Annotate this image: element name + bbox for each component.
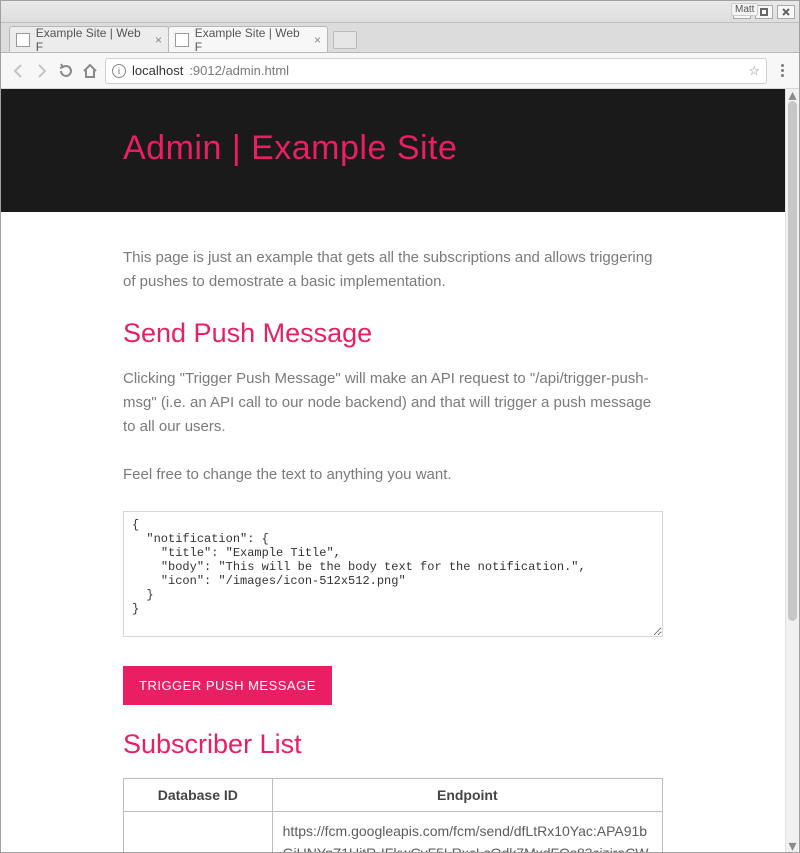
- subscriber-table: Database ID Endpoint Iege3Q7Dxz3aVShL ht…: [123, 778, 663, 852]
- send-desc-2: Feel free to change the text to anything…: [123, 463, 663, 487]
- reload-button[interactable]: [57, 62, 75, 80]
- page-content: Admin | Example Site This page is just a…: [1, 89, 785, 852]
- browser-toolbar: i localhost :9012/admin.html ☆: [1, 53, 799, 89]
- user-badge: Matt: [731, 3, 758, 16]
- favicon-icon: [175, 33, 189, 47]
- window-close-button[interactable]: [777, 5, 795, 19]
- tab-title: Example Site | Web F: [195, 26, 308, 54]
- subscriber-list-heading: Subscriber List: [123, 729, 663, 760]
- cell-endpoint: https://fcm.googleapis.com/fcm/send/dfLt…: [272, 812, 662, 853]
- send-push-heading: Send Push Message: [123, 318, 663, 349]
- kebab-menu-icon: [781, 64, 784, 77]
- back-button[interactable]: [9, 62, 27, 80]
- scroll-up-icon[interactable]: ▴: [786, 89, 799, 101]
- table-row: Iege3Q7Dxz3aVShL https://fcm.googleapis.…: [124, 812, 663, 853]
- reload-icon: [58, 63, 74, 79]
- table-header-row: Database ID Endpoint: [124, 779, 663, 812]
- intro-text: This page is just an example that gets a…: [123, 246, 663, 294]
- scroll-down-icon[interactable]: ▾: [786, 840, 799, 852]
- site-info-icon[interactable]: i: [112, 64, 126, 78]
- page-viewport: Admin | Example Site This page is just a…: [1, 89, 799, 852]
- col-endpoint: Endpoint: [272, 779, 662, 812]
- col-database-id: Database ID: [124, 779, 273, 812]
- cell-database-id: Iege3Q7Dxz3aVShL: [124, 812, 273, 853]
- favicon-icon: [16, 33, 30, 47]
- home-icon: [82, 63, 98, 79]
- forward-button[interactable]: [33, 62, 51, 80]
- page-header: Admin | Example Site: [1, 89, 785, 212]
- address-path: :9012/admin.html: [189, 63, 289, 78]
- browser-tab-1[interactable]: Example Site | Web F ×: [168, 26, 328, 52]
- trigger-push-button[interactable]: TRIGGER PUSH MESSAGE: [123, 666, 332, 705]
- tab-close-icon[interactable]: ×: [155, 34, 162, 46]
- arrow-left-icon: [10, 63, 26, 79]
- vertical-scrollbar[interactable]: ▴ ▾: [785, 89, 799, 852]
- os-titlebar: Matt: [1, 1, 799, 23]
- payload-textarea[interactable]: [123, 511, 663, 637]
- bookmark-star-icon[interactable]: ☆: [748, 63, 760, 79]
- browser-window: Matt Example Site | Web F × Example Site…: [0, 0, 800, 853]
- address-bar[interactable]: i localhost :9012/admin.html ☆: [105, 58, 767, 84]
- browser-tab-0[interactable]: Example Site | Web F ×: [9, 26, 169, 52]
- tab-title: Example Site | Web F: [36, 26, 149, 54]
- scrollbar-thumb[interactable]: [788, 101, 797, 621]
- arrow-right-icon: [34, 63, 50, 79]
- tab-close-icon[interactable]: ×: [314, 34, 321, 46]
- tab-strip: Example Site | Web F × Example Site | We…: [1, 23, 799, 53]
- browser-menu-button[interactable]: [773, 62, 791, 80]
- address-host: localhost: [132, 63, 183, 78]
- page-title: Admin | Example Site: [123, 129, 663, 168]
- send-desc-1: Clicking "Trigger Push Message" will mak…: [123, 367, 663, 439]
- home-button[interactable]: [81, 62, 99, 80]
- maximize-icon: [760, 8, 768, 16]
- close-icon: [782, 8, 790, 16]
- new-tab-button[interactable]: [333, 31, 357, 49]
